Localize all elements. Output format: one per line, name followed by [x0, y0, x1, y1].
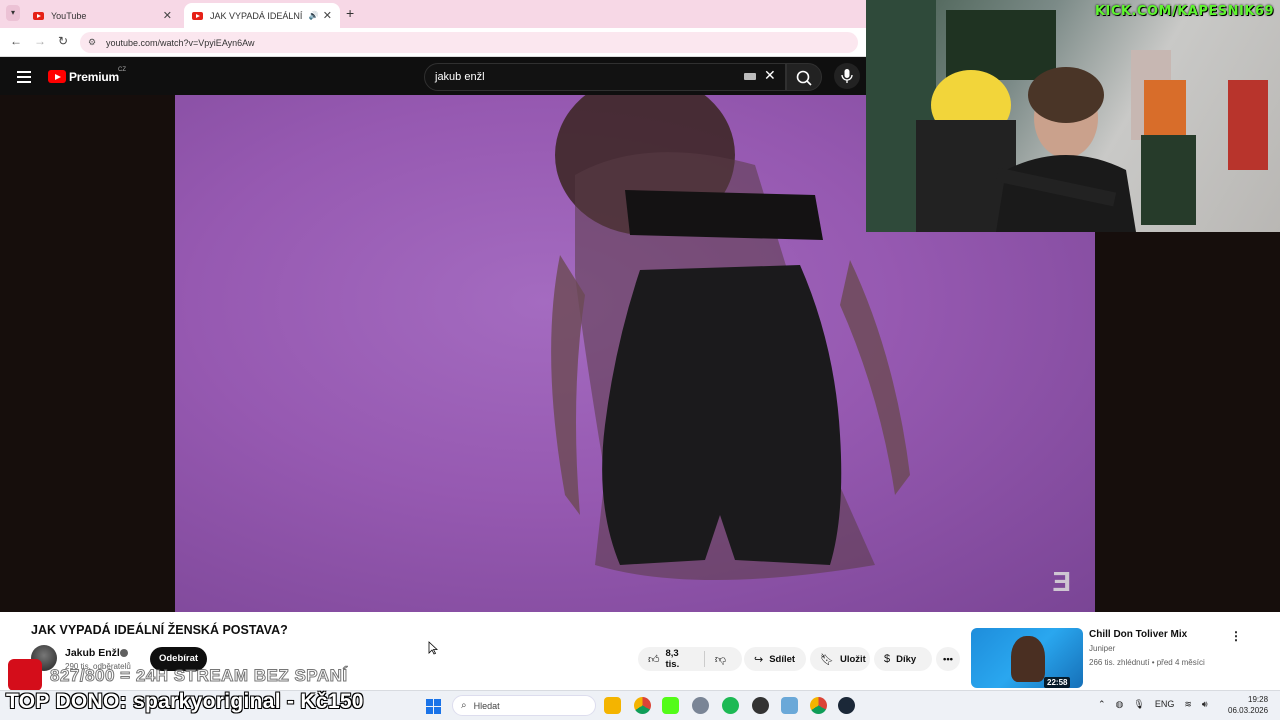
- search-icon: [796, 70, 812, 86]
- windows-start-icon[interactable]: [426, 699, 441, 714]
- bookmark-icon: 🔖︎: [820, 653, 834, 666]
- keyboard-icon[interactable]: [744, 73, 756, 80]
- microphone-icon: [841, 69, 853, 83]
- youtube-favicon-icon: [192, 11, 203, 20]
- thanks-dollar-icon: $: [884, 653, 891, 665]
- tab-video[interactable]: JAK VYPADÁ IDEÁLNÍ ŽENSKÁ 🔊 ✕: [184, 3, 340, 28]
- clear-search-icon[interactable]: ✕: [764, 67, 776, 84]
- menu-icon[interactable]: [17, 71, 31, 83]
- speaker-icon[interactable]: 🔊: [309, 11, 319, 20]
- clock-time: 19:28: [1248, 695, 1269, 704]
- save-label: Uložit: [839, 653, 866, 665]
- forward-arrow-icon[interactable]: →: [34, 34, 46, 48]
- region-code: CZ: [118, 67, 126, 73]
- chevron-up-icon[interactable]: ⌃: [1098, 699, 1106, 710]
- taskbar-search-placeholder: Hledat: [473, 700, 500, 711]
- youtube-header: Premium CZ jakub enžl: [0, 58, 866, 95]
- spotify-icon[interactable]: [722, 697, 739, 714]
- chrome-profile-icon[interactable]: [810, 697, 827, 714]
- site-info-icon[interactable]: ⚙: [88, 37, 98, 48]
- webcam-scene: [866, 0, 1268, 232]
- thanks-label: Díky: [896, 653, 917, 665]
- mouse-cursor-icon: [428, 641, 438, 655]
- clock-date: 06.03.2026: [1228, 706, 1269, 715]
- steam-icon[interactable]: [838, 697, 855, 714]
- url-field[interactable]: ⚙ youtube.com/watch?v=VpyiEAyn6Aw: [80, 32, 858, 53]
- save-button[interactable]: 🔖︎ Uložit: [810, 647, 870, 671]
- settings-gear-icon[interactable]: [692, 697, 709, 714]
- network-icon[interactable]: ◍: [1116, 699, 1124, 710]
- back-arrow-icon[interactable]: ←: [10, 34, 22, 48]
- search-input[interactable]: jakub enžl: [424, 63, 786, 91]
- donation-goal-text: 827/800 = 24H STREAM BEZ SPANÍ: [50, 666, 348, 686]
- streamer-webcam: KICK.COM/KAPESNIK69: [866, 0, 1280, 232]
- recommended-channel[interactable]: Juniper: [1089, 644, 1115, 653]
- system-tray: ⌃ ◍ 🎙︎ ENG ≋ 🔊︎: [1098, 699, 1208, 710]
- search-button[interactable]: [786, 63, 822, 91]
- divider: [703, 651, 705, 667]
- kick-app-icon[interactable]: [662, 697, 679, 714]
- new-tab-button[interactable]: +: [346, 5, 354, 21]
- reload-icon[interactable]: ↻: [58, 34, 68, 48]
- kick-url-banner: KICK.COM/KAPESNIK69: [1094, 4, 1274, 19]
- channel-watermark-icon[interactable]: Ǝ: [1052, 566, 1071, 598]
- tab-search-chevron-icon[interactable]: ▾: [6, 5, 20, 21]
- recommended-meta: 266 tis. zhlédnutí • před 4 měsíci: [1089, 658, 1205, 667]
- recommended-title[interactable]: Chill Don Toliver Mix: [1089, 629, 1187, 640]
- address-bar: ← → ↻ ⚙ youtube.com/watch?v=VpyiEAyn6Aw: [0, 28, 866, 57]
- chrome-icon[interactable]: [634, 697, 651, 714]
- video-title: JAK VYPADÁ IDEÁLNÍ ŽENSKÁ POSTAVA?: [31, 623, 288, 637]
- voice-search-button[interactable]: [834, 63, 860, 89]
- video-duration: 22:58: [1044, 677, 1071, 688]
- thanks-button[interactable]: $ Díky: [874, 647, 932, 671]
- thumbs-up-icon[interactable]: 👍︎: [648, 653, 660, 666]
- more-actions-button[interactable]: •••: [936, 647, 960, 671]
- file-explorer-icon[interactable]: [604, 697, 621, 714]
- tab-youtube[interactable]: YouTube ✕: [25, 3, 180, 28]
- mic-tray-icon[interactable]: 🎙︎: [1133, 699, 1144, 710]
- wifi-icon[interactable]: ≋: [1184, 699, 1192, 710]
- share-label: Sdílet: [769, 653, 796, 665]
- top-donor-text: TOP DONO: sparkyoriginal - Kč150: [6, 690, 364, 713]
- obs-icon[interactable]: [752, 697, 769, 714]
- language-indicator[interactable]: ENG: [1155, 699, 1175, 710]
- volume-icon[interactable]: 🔊︎: [1202, 699, 1208, 710]
- search-query: jakub enžl: [435, 71, 485, 83]
- verified-badge-icon: [120, 649, 128, 657]
- tab-title: JAK VYPADÁ IDEÁLNÍ ŽENSKÁ: [210, 10, 305, 21]
- close-tab-icon[interactable]: ✕: [163, 9, 172, 22]
- youtube-logo-icon[interactable]: [48, 70, 66, 83]
- youtube-premium-logo[interactable]: Premium: [69, 70, 119, 84]
- close-tab-icon[interactable]: ✕: [323, 9, 332, 22]
- share-icon: ↪: [754, 653, 764, 666]
- share-button[interactable]: ↪ Sdílet: [744, 647, 806, 671]
- browser-tab-bar: ▾ YouTube ✕ JAK VYPADÁ IDEÁLNÍ ŽENSKÁ 🔊 …: [0, 0, 866, 28]
- taskbar-clock[interactable]: 19:28 06.03.2026: [1228, 694, 1268, 716]
- youtube-favicon-icon: [33, 11, 44, 20]
- url-text: youtube.com/watch?v=VpyiEAyn6Aw: [106, 37, 255, 48]
- like-count[interactable]: 8,3 tis.: [666, 648, 694, 670]
- taskbar-search-input[interactable]: ⌕ Hledat: [452, 695, 596, 716]
- alert-avatar-icon: [8, 659, 42, 691]
- thumbs-down-icon[interactable]: 👎︎: [715, 653, 726, 666]
- channel-name[interactable]: Jakub Enžl: [65, 647, 120, 659]
- search-icon: ⌕: [461, 700, 467, 711]
- network-app-icon[interactable]: [781, 697, 798, 714]
- like-dislike-group: 👍︎ 8,3 tis. 👎︎: [638, 647, 742, 671]
- more-icon: •••: [943, 653, 953, 665]
- tab-title: YouTube: [51, 10, 87, 21]
- kebab-menu-icon[interactable]: ⋮: [1230, 629, 1242, 643]
